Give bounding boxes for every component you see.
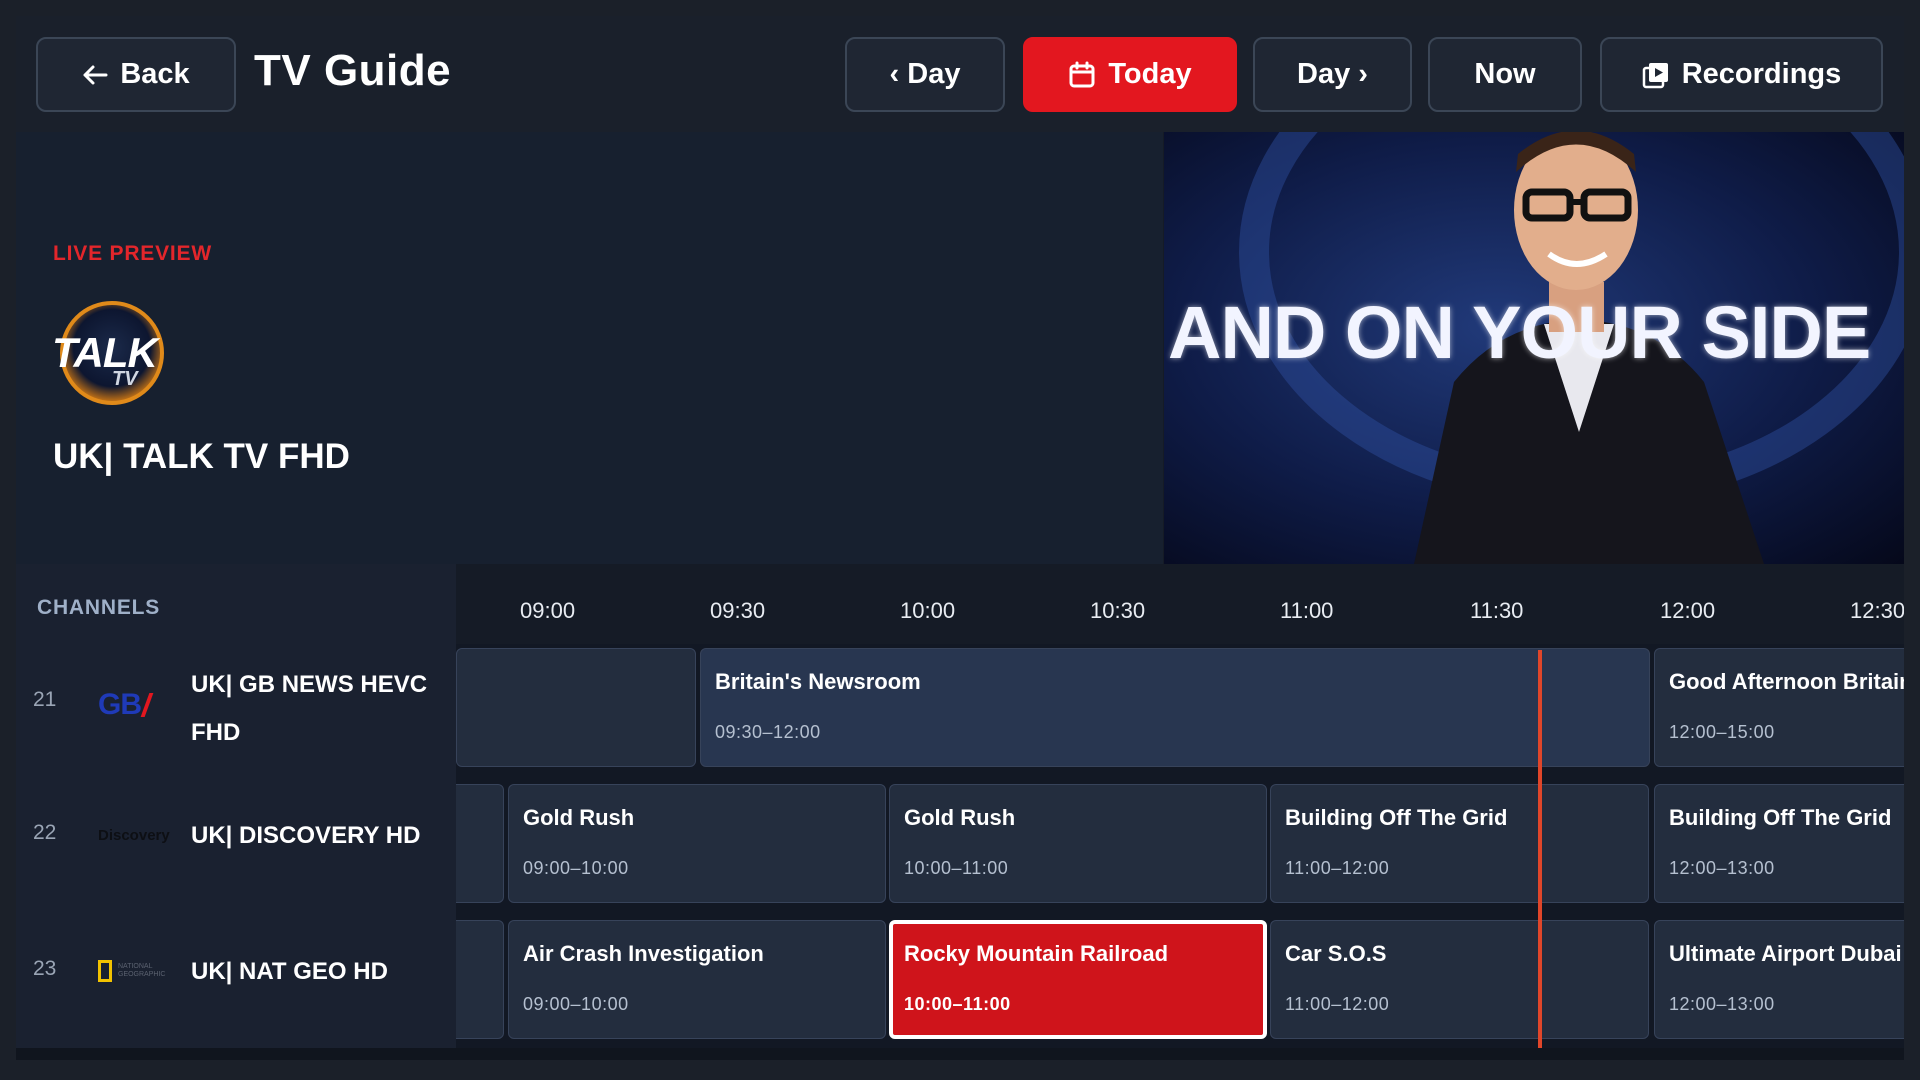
time-label: 09:00 [520,598,576,623]
recordings-label: Recordings [1681,58,1842,90]
recordings-button[interactable]: Recordings [1600,37,1883,112]
top-bar: Back TV Guide ‹ Day Today Day › Now Reco… [16,16,1904,132]
next-day-button[interactable]: Day › [1253,37,1412,112]
program-title: Britain's Newsroom [715,669,921,694]
time-label: 12:00 [1660,598,1716,623]
program-cell-selected[interactable]: Rocky Mountain Railroad 10:00–11:00 [889,920,1267,1039]
program-cell[interactable]: Good Afternoon Britain 12:00–15:00 [1654,648,1904,767]
channel-name: UK| DISCOVERY HD [191,822,421,849]
recordings-icon [1642,62,1668,88]
channel-number: 22 [33,821,57,844]
program-title: Building Off The Grid [1285,805,1508,830]
previous-day-button[interactable]: ‹ Day [845,37,1005,112]
program-time: 10:00–11:00 [904,994,1011,1014]
time-label: 10:00 [900,598,956,623]
program-title: Ultimate Airport Dubai [1669,941,1902,966]
program-title: Building Off The Grid [1669,805,1892,830]
next-day-label: Day › [1297,58,1368,90]
nat-geo-logo-text: NATIONAL GEOGRAPHIC [118,963,166,978]
program-title: Rocky Mountain Railroad [904,941,1169,966]
current-time-indicator [1538,650,1542,1048]
time-label: 10:30 [1090,598,1146,623]
program-time: 09:30–12:00 [715,722,821,742]
preview-channel-name: UK| TALK TV FHD [53,437,350,476]
page-title: TV Guide [254,46,452,95]
program-time: 12:00–15:00 [1669,722,1775,742]
gb-news-logo-text: GB [98,688,142,721]
now-label: Now [1474,58,1536,90]
today-button[interactable]: Today [1023,37,1237,112]
live-preview-label: LIVE PREVIEW [53,242,212,265]
program-time: 09:00–10:00 [523,994,629,1014]
program-cell[interactable] [456,784,504,903]
live-preview-panel: LIVE PREVIEW TALK TV UK| TALK TV FHD [16,132,1163,564]
program-title: Air Crash Investigation [523,941,764,966]
back-label: Back [120,58,190,90]
program-title: Gold Rush [523,805,635,830]
program-cell[interactable] [456,920,504,1039]
channel-number: 21 [33,688,57,711]
channel-list: CHANNELS 21 GB UK| GB NEWS HEVC FHD 22 D… [16,564,456,1048]
timeline-header: 09:00 09:30 10:00 10:30 11:00 11:30 12:0… [456,564,1904,644]
program-time: 12:00–13:00 [1669,994,1775,1014]
back-button[interactable]: Back [36,37,236,112]
bottom-bar [16,1048,1904,1060]
tv-guide-app: Back TV Guide ‹ Day Today Day › Now Reco… [16,16,1904,1060]
program-cell[interactable]: Building Off The Grid 11:00–12:00 [1270,784,1649,903]
program-time: 10:00–11:00 [904,858,1009,878]
nat-geo-logo: NATIONAL GEOGRAPHIC [98,951,178,991]
talk-tv-logo-text: TALK [52,329,158,376]
channel-number: 23 [33,957,57,980]
program-time: 11:00–12:00 [1285,994,1390,1014]
program-cell[interactable]: Ultimate Airport Dubai 12:00–13:00 [1654,920,1904,1039]
program-title: Car S.O.S [1285,941,1387,966]
program-time: 12:00–13:00 [1669,858,1775,878]
program-cell[interactable] [456,648,696,767]
channel-name: UK| GB NEWS HEVC FHD [191,671,428,746]
channel-row[interactable]: 21 GB UK| GB NEWS HEVC FHD [16,644,456,766]
channel-row[interactable]: 23 NATIONAL GEOGRAPHIC UK| NAT GEO HD [16,911,456,1033]
time-label: 11:30 [1470,598,1524,623]
program-cell[interactable]: Gold Rush 10:00–11:00 [889,784,1267,903]
live-video-preview[interactable]: AND ON YOUR SIDE [1164,132,1904,564]
time-label: 09:30 [710,598,766,623]
today-label: Today [1108,58,1192,90]
program-cell[interactable]: Building Off The Grid 12:00–13:00 [1654,784,1904,903]
channels-header: CHANNELS [37,596,161,619]
channel-row[interactable]: 22 Discovery UK| DISCOVERY HD [16,775,456,897]
previous-day-label: ‹ Day [889,58,961,90]
arrow-left-icon [83,65,108,84]
program-title: Good Afternoon Britain [1669,669,1904,694]
program-cell[interactable]: Car S.O.S 11:00–12:00 [1270,920,1649,1039]
gb-news-logo: GB [98,685,178,725]
video-caption: AND ON YOUR SIDE [1168,291,1871,374]
channel-name: UK| NAT GEO HD [191,958,388,985]
calendar-icon [1069,61,1095,87]
talk-tv-logo-subtext: TV [112,368,138,390]
program-cell[interactable]: Britain's Newsroom 09:30–12:00 [700,648,1650,767]
time-label: 11:00 [1280,598,1334,623]
discovery-logo-text: Discovery [98,826,170,844]
program-cell[interactable]: Gold Rush 09:00–10:00 [508,784,886,903]
discovery-logo: Discovery [98,815,178,855]
now-button[interactable]: Now [1428,37,1582,112]
program-cell[interactable]: Air Crash Investigation 09:00–10:00 [508,920,886,1039]
program-time: 11:00–12:00 [1285,858,1390,878]
program-grid: Britain's Newsroom 09:30–12:00 Good Afte… [456,644,1904,1048]
program-title: Gold Rush [904,805,1016,830]
program-time: 09:00–10:00 [523,858,629,878]
time-label: 12:30 [1850,598,1904,623]
